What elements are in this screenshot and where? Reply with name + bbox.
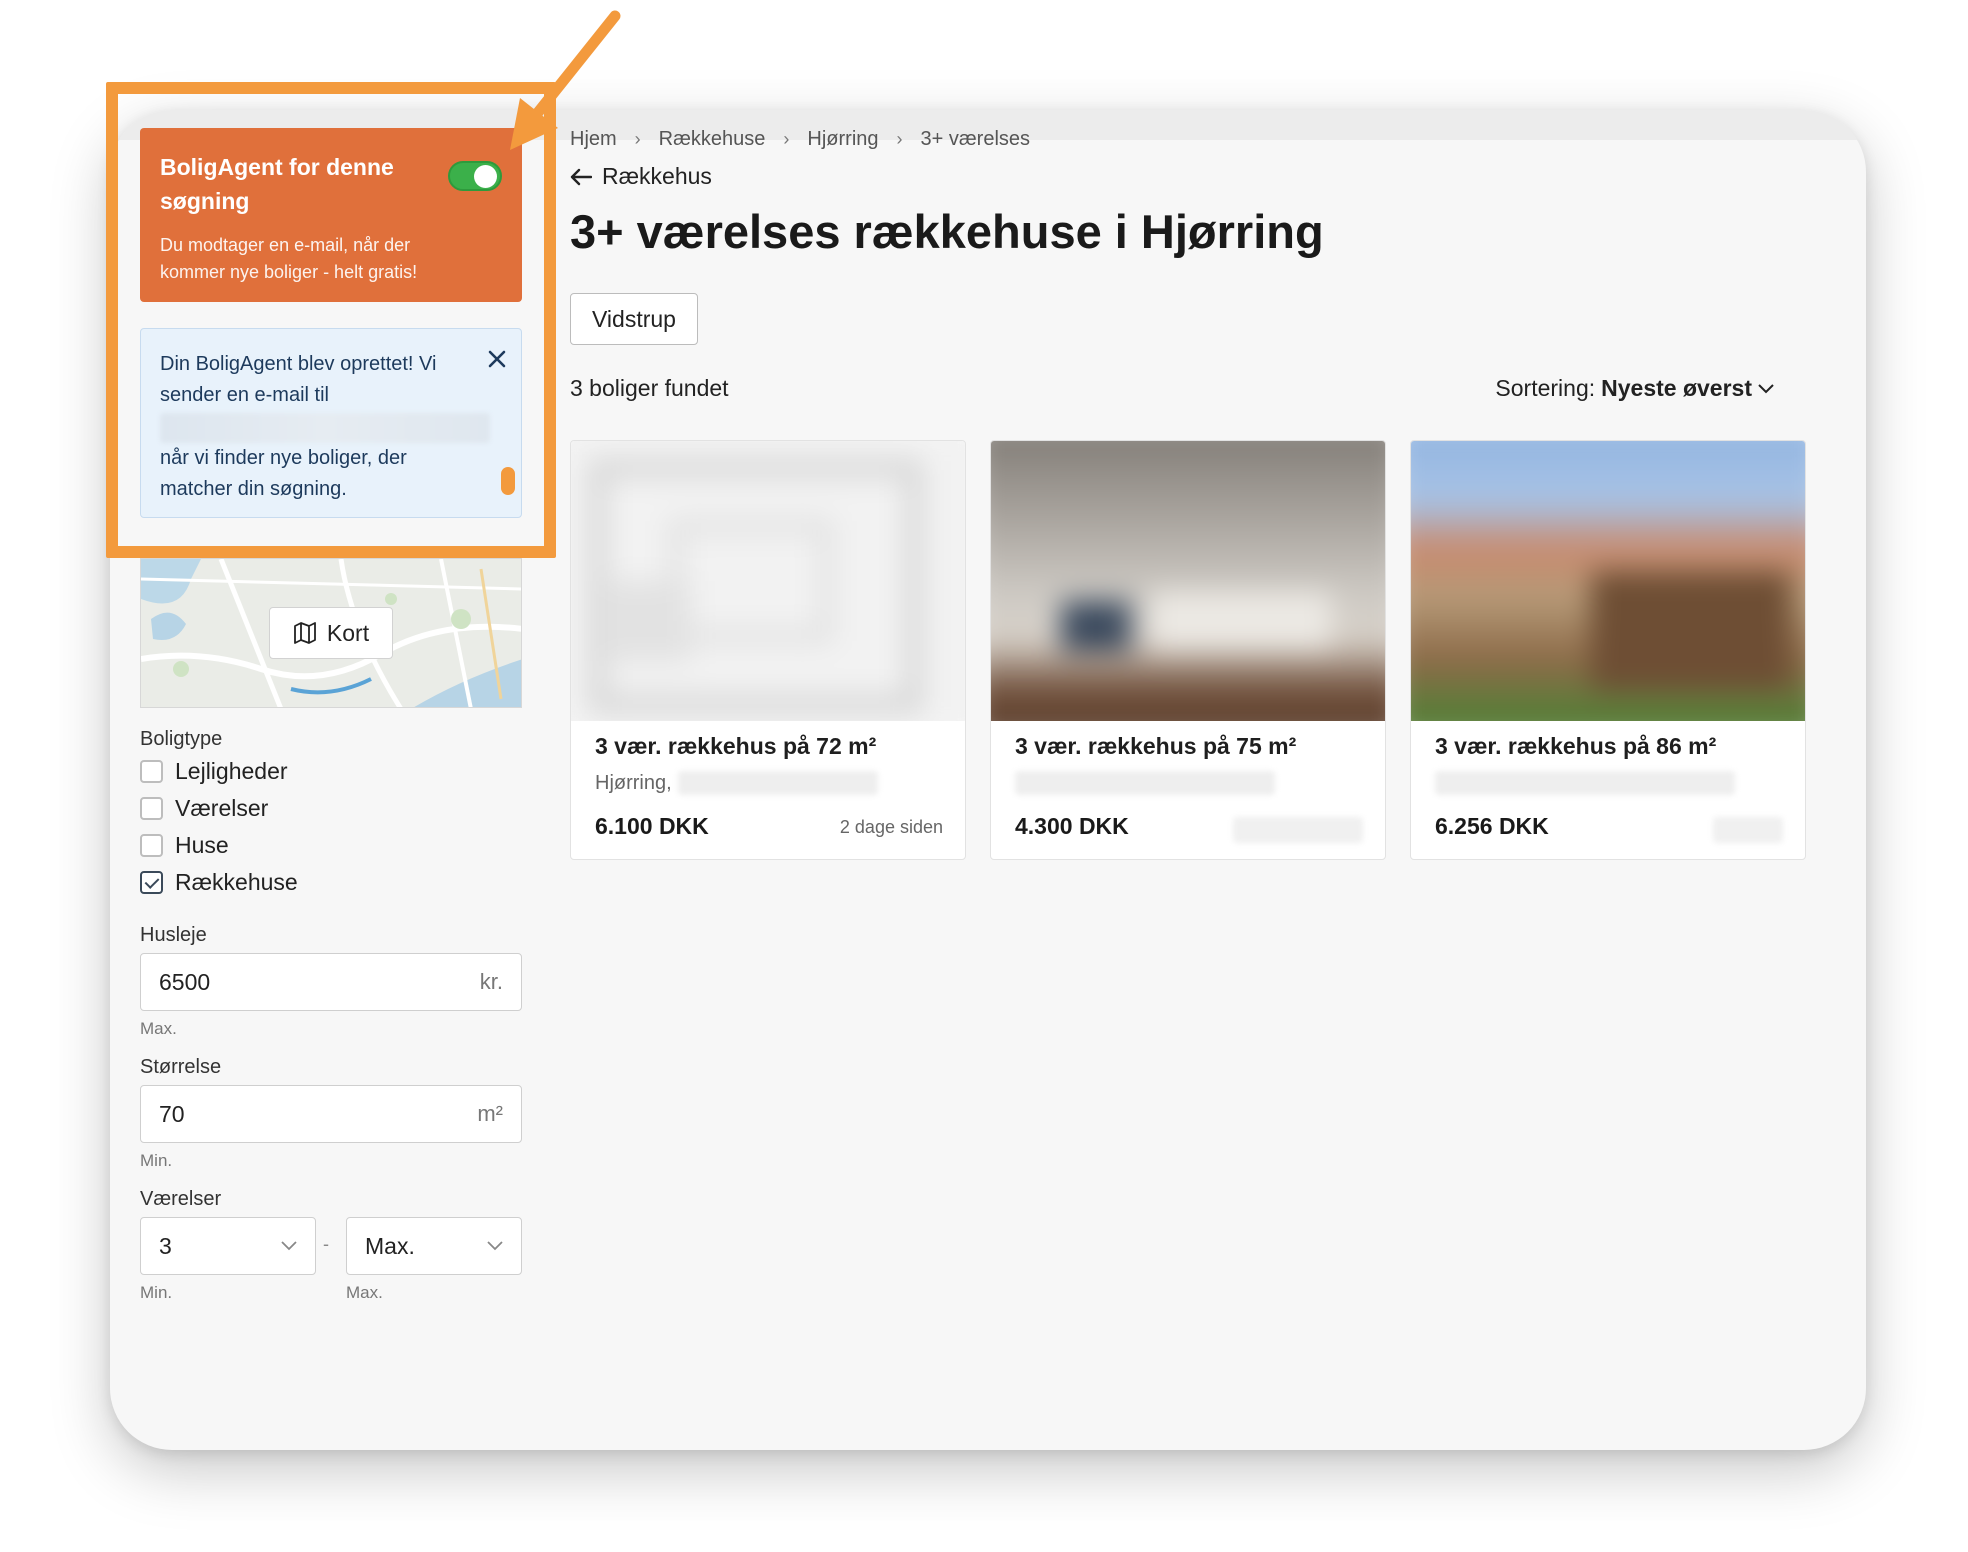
listing-price: 6.100 DKK <box>595 813 709 839</box>
sort-dropdown[interactable]: Sortering: Nyeste øverst <box>1495 375 1774 402</box>
map-icon <box>294 622 316 644</box>
boligtype-label: Boligtype <box>140 728 223 750</box>
map-button-label: Kort <box>326 619 370 646</box>
listing-card[interactable]: 3 vær. rækkehus på 86 m² 6.256 DKK <box>1410 440 1806 860</box>
stoerrelse-label: Størrelse <box>140 1056 222 1078</box>
redacted-email <box>160 413 490 443</box>
husleje-input[interactable]: 6500 kr. <box>140 953 522 1011</box>
boligagent-description: Du modtager en e-mail, når der kommer ny… <box>160 235 418 282</box>
chevron-down-icon <box>1758 383 1774 393</box>
confirmation-text-1: Din BoligAgent blev oprettet! Vi sender … <box>160 353 437 406</box>
back-link[interactable]: Rækkehus <box>570 163 712 190</box>
listing-image <box>571 441 965 721</box>
boligagent-title: BoligAgent for denne søgning <box>160 154 394 214</box>
checkbox-lejligheder[interactable] <box>140 760 163 783</box>
redacted-age <box>1233 817 1363 843</box>
stoerrelse-value: 70 <box>159 1100 185 1127</box>
listing-age: 2 dage siden <box>839 817 943 837</box>
boligagent-toggle[interactable] <box>448 161 502 191</box>
redacted-address <box>1435 771 1735 795</box>
map-preview[interactable]: Kort <box>140 558 522 708</box>
option-label: Værelser <box>175 795 269 821</box>
breadcrumb-current: 3+ værelses <box>920 128 1031 150</box>
listing-price: 4.300 DKK <box>1015 813 1129 839</box>
option-raekkehuse[interactable]: Rækkehuse <box>140 869 298 896</box>
redacted-address <box>677 771 878 795</box>
vaerelser-min-value: 3 <box>159 1232 172 1259</box>
listing-title: 3 vær. rækkehus på 86 m² <box>1435 733 1717 759</box>
close-icon[interactable] <box>485 347 509 371</box>
option-lejligheder[interactable]: Lejligheder <box>140 758 288 785</box>
listing-title: 3 vær. rækkehus på 75 m² <box>1015 733 1297 759</box>
confirmation-text-2: når vi finder nye boliger, der matcher d… <box>160 447 407 500</box>
app-window: BoligAgent for denne søgning Du modtager… <box>110 110 1866 1450</box>
listing-address-text: Hjørring, <box>595 771 672 794</box>
page-title: 3+ værelses rækkehuse i Hjørring <box>570 205 1324 258</box>
stoerrelse-unit: m² <box>477 1101 503 1126</box>
checkbox-huse[interactable] <box>140 834 163 857</box>
breadcrumb-hjoerring[interactable]: Hjørring <box>807 128 878 151</box>
listing-title: 3 vær. rækkehus på 72 m² <box>595 733 877 759</box>
husleje-unit: kr. <box>479 969 503 994</box>
arrow-left-icon <box>570 168 592 185</box>
vaerelser-max-hint: Max. <box>346 1283 383 1302</box>
vaerelser-max-select[interactable]: Max. <box>346 1217 522 1275</box>
chevron-right-icon: › <box>896 129 903 149</box>
option-label: Lejligheder <box>175 758 288 784</box>
husleje-hint: Max. <box>140 1019 177 1038</box>
chevron-right-icon: › <box>634 129 641 149</box>
listing-address: Hjørring, <box>595 771 878 795</box>
back-link-label: Rækkehus <box>602 163 712 189</box>
stoerrelse-hint: Min. <box>140 1151 173 1170</box>
boligagent-card: BoligAgent for denne søgning Du modtager… <box>140 128 522 302</box>
checkbox-raekkehuse[interactable] <box>140 871 163 894</box>
listing-card[interactable]: 3 vær. rækkehus på 72 m² Hjørring, 6.100… <box>570 440 966 860</box>
vaerelser-max-value: Max. <box>365 1232 415 1259</box>
breadcrumb: Hjem › Rækkehuse › Hjørring › 3+ værelse… <box>570 128 1030 151</box>
area-chip[interactable]: Vidstrup <box>570 293 698 345</box>
vaerelser-label: Værelser <box>140 1188 222 1210</box>
boligagent-confirmation: Din BoligAgent blev oprettet! Vi sender … <box>140 328 522 518</box>
vaerelser-min-hint: Min. <box>140 1283 173 1302</box>
chevron-down-icon <box>281 1241 297 1251</box>
sort-value: Nyeste øverst <box>1601 375 1752 401</box>
range-separator: - <box>323 1234 329 1254</box>
scrollbar-thumb[interactable] <box>501 467 515 495</box>
listing-price: 6.256 DKK <box>1435 813 1549 839</box>
husleje-value: 6500 <box>159 968 211 995</box>
checkbox-vaerelser[interactable] <box>140 797 163 820</box>
redacted-address <box>1015 771 1275 795</box>
result-count: 3 boliger fundet <box>570 375 729 401</box>
listing-image <box>991 441 1385 721</box>
listing-address <box>1015 771 1275 795</box>
sort-label: Sortering: <box>1495 375 1596 401</box>
listing-image <box>1411 441 1805 721</box>
option-huse[interactable]: Huse <box>140 832 229 859</box>
option-vaerelser[interactable]: Værelser <box>140 795 268 822</box>
toggle-knob <box>474 165 497 188</box>
listing-card[interactable]: 3 vær. rækkehus på 75 m² 4.300 DKK <box>990 440 1386 860</box>
breadcrumb-raekkehuse[interactable]: Rækkehuse <box>659 128 766 151</box>
vaerelser-min-select[interactable]: 3 <box>140 1217 316 1275</box>
option-label: Rækkehuse <box>175 869 298 895</box>
breadcrumb-hjem[interactable]: Hjem <box>570 128 617 151</box>
husleje-label: Husleje <box>140 924 207 946</box>
listing-address <box>1435 771 1735 795</box>
stoerrelse-input[interactable]: 70 m² <box>140 1085 522 1143</box>
chevron-right-icon: › <box>783 129 790 149</box>
chevron-down-icon <box>487 1241 503 1251</box>
map-button[interactable]: Kort <box>269 607 393 659</box>
redacted-age <box>1713 817 1783 843</box>
option-label: Huse <box>175 832 229 858</box>
